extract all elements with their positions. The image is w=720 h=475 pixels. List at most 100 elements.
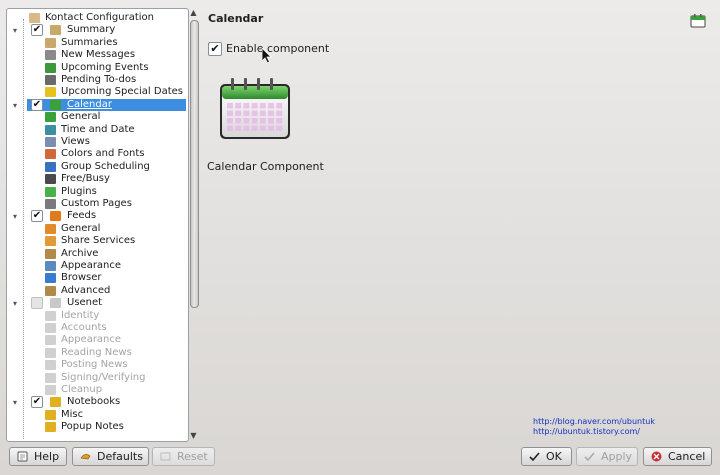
- tree-item-appearance[interactable]: Appearance: [7, 260, 186, 272]
- tree-item-checkbox[interactable]: [31, 297, 43, 310]
- tree-item-archive[interactable]: Archive: [7, 248, 186, 260]
- tree-item-label: Kontact Configuration: [45, 12, 154, 23]
- expand-toggle-icon[interactable]: ▾: [13, 100, 21, 112]
- tree-item-group-scheduling[interactable]: Group Scheduling: [7, 161, 186, 173]
- tree-item-views[interactable]: Views: [7, 136, 186, 148]
- link-blog[interactable]: http://blog.naver.com/ubuntuk: [533, 417, 655, 427]
- free-busy-icon: [45, 174, 56, 185]
- apply-checkmark-icon: [584, 452, 595, 462]
- tree-item-misc[interactable]: Misc: [7, 409, 186, 421]
- tree-item-colors-and-fonts[interactable]: Colors and Fonts: [7, 148, 186, 160]
- tree-item-label: Plugins: [61, 185, 97, 197]
- tree-item-posting-news[interactable]: Posting News: [7, 359, 186, 371]
- tree-item-general[interactable]: General: [7, 223, 186, 235]
- expand-toggle-icon[interactable]: ▾: [13, 211, 21, 223]
- calendar-grid-cell: [276, 110, 283, 116]
- scroll-thumb[interactable]: [190, 20, 199, 308]
- tree-item-label: Identity: [61, 309, 100, 321]
- reset-button[interactable]: Reset: [152, 447, 215, 466]
- tree-item-label: Misc: [61, 408, 84, 420]
- tree-item-label: Time and Date: [61, 123, 135, 135]
- tree-item-label: Colors and Fonts: [61, 148, 145, 160]
- tree-item-identity[interactable]: Identity: [7, 310, 186, 322]
- calendar-component-icon: [220, 78, 290, 139]
- tree-item-accounts[interactable]: Accounts: [7, 322, 186, 334]
- calendar-grid-cell: [227, 110, 233, 116]
- tree-item-upcoming-events[interactable]: Upcoming Events: [7, 62, 186, 74]
- tree-item-free-busy[interactable]: Free/Busy: [7, 173, 186, 185]
- tree-item-popup-notes[interactable]: Popup Notes: [7, 421, 186, 433]
- tree-item-label: Free/Busy: [61, 173, 110, 185]
- tree-item-share-services[interactable]: Share Services: [7, 235, 186, 247]
- calendar-grid-cell: [251, 125, 258, 131]
- tree-item-time-and-date[interactable]: Time and Date: [7, 124, 186, 136]
- tree-item-label: Browser: [61, 272, 102, 284]
- mouse-cursor-icon: [262, 48, 272, 64]
- calendar-small-icon: [690, 14, 706, 28]
- tree-item-checkbox[interactable]: ✔: [31, 210, 43, 223]
- tree-item-calendar[interactable]: ▾ ✔ Calendar: [13, 98, 186, 112]
- tree-item-label: Calendar: [67, 98, 112, 110]
- share-services-icon: [45, 236, 56, 247]
- calendar-grid-cell: [251, 118, 258, 124]
- tree-item-checkbox[interactable]: ✔: [31, 98, 43, 111]
- calendar-grid-cell: [276, 125, 283, 131]
- tree-item-label: Appearance: [61, 334, 122, 346]
- scroll-track[interactable]: [190, 20, 199, 428]
- tree-item-label: Notebooks: [67, 396, 121, 408]
- ok-button[interactable]: OK: [521, 447, 572, 466]
- tree-item-feeds[interactable]: ▾ ✔ Feeds: [7, 210, 186, 223]
- expand-toggle-icon[interactable]: ▾: [13, 25, 21, 37]
- tree-item-reading-news[interactable]: Reading News: [7, 347, 186, 359]
- tree-item-summaries[interactable]: Summaries: [7, 37, 186, 49]
- tree-item-label: Archive: [61, 247, 99, 259]
- tree-item-checkbox[interactable]: ✔: [31, 396, 43, 409]
- tree-item-appearance[interactable]: Appearance: [7, 334, 186, 346]
- tree-item-upcoming-special-dates[interactable]: Upcoming Special Dates: [7, 86, 186, 98]
- tree-item-label: Advanced: [61, 284, 111, 296]
- tree-item-summary[interactable]: ▾ ✔ Summary: [7, 24, 186, 37]
- tree-item-signing-verifying[interactable]: Signing/Verifying: [7, 372, 186, 384]
- tree-item-kontact-configuration[interactable]: Kontact Configuration: [7, 12, 186, 24]
- time-date-icon: [45, 124, 56, 135]
- tree-item-cleanup[interactable]: Cleanup: [7, 384, 186, 396]
- tree-item-label: Popup Notes: [61, 421, 124, 433]
- calendar-grid-cell: [227, 125, 233, 131]
- tree-item-usenet[interactable]: ▾ Usenet: [7, 297, 186, 310]
- apply-button[interactable]: Apply: [576, 447, 638, 466]
- tree-item-advanced[interactable]: Advanced: [7, 285, 186, 297]
- scroll-down-arrow-icon[interactable]: ▼: [188, 431, 199, 441]
- tree-item-pending-to-dos[interactable]: Pending To-dos: [7, 74, 186, 86]
- tree-item-label: New Messages: [61, 49, 136, 61]
- pending-todos-icon: [45, 75, 56, 85]
- help-button[interactable]: Help: [9, 447, 67, 466]
- enable-component-checkbox[interactable]: ✔: [208, 42, 222, 56]
- enable-component-label[interactable]: Enable component: [226, 42, 329, 55]
- defaults-button[interactable]: Defaults: [72, 447, 149, 466]
- group-scheduling-icon: [45, 161, 56, 172]
- tree-connector-line: [23, 19, 24, 439]
- expand-toggle-icon[interactable]: ▾: [13, 298, 21, 310]
- calendar-grid-cell: [268, 125, 274, 131]
- help-icon: [17, 451, 28, 462]
- config-tree[interactable]: Kontact Configuration ▾ ✔ Summary Summaries N…: [6, 8, 189, 442]
- scroll-up-arrow-icon[interactable]: ▲: [188, 8, 199, 18]
- tree-item-plugins[interactable]: Plugins: [7, 186, 186, 198]
- kontact-icon: [29, 13, 40, 23]
- link-tistory[interactable]: http://ubuntuk.tistory.com/: [533, 427, 655, 437]
- expand-toggle-icon[interactable]: ▾: [13, 397, 21, 409]
- component-name: Calendar Component: [207, 160, 324, 173]
- tree-item-general[interactable]: General: [7, 111, 186, 123]
- tree-item-label: Upcoming Events: [61, 61, 149, 73]
- tree-item-checkbox[interactable]: ✔: [31, 24, 43, 37]
- tree-item-custom-pages[interactable]: Custom Pages: [7, 198, 186, 210]
- calendar-grid-cell: [235, 103, 242, 109]
- notebooks-icon: [50, 397, 61, 408]
- tree-item-browser[interactable]: Browser: [7, 272, 186, 284]
- cancel-button[interactable]: Cancel: [643, 447, 712, 466]
- summaries-icon: [45, 37, 56, 48]
- tree-item-new-messages[interactable]: New Messages: [7, 49, 186, 61]
- tree-item-notebooks[interactable]: ▾ ✔ Notebooks: [7, 396, 186, 409]
- tree-scrollbar[interactable]: ▲ ▼: [188, 8, 199, 441]
- calendar-grid-cell: [276, 118, 283, 124]
